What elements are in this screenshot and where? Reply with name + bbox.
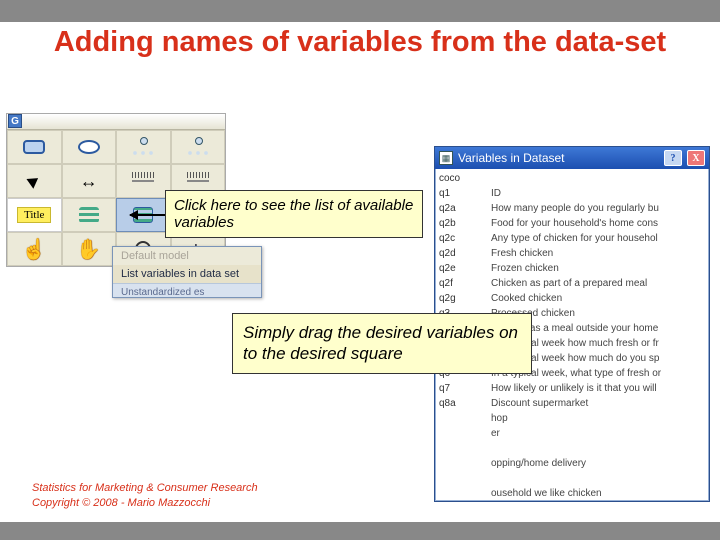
dialog-app-icon: ▦ bbox=[439, 151, 453, 165]
variable-description: How likely or unlikely is it that you wi… bbox=[491, 381, 657, 396]
variable-description: hop bbox=[491, 411, 508, 426]
sliders-icon bbox=[132, 172, 154, 190]
variable-description: Discount supermarket bbox=[491, 396, 588, 411]
variable-row[interactable] bbox=[439, 471, 709, 486]
tool-sliders[interactable] bbox=[116, 164, 171, 198]
variable-row[interactable] bbox=[439, 441, 709, 456]
cursor-icon bbox=[27, 173, 42, 189]
tool-tree2[interactable] bbox=[171, 130, 226, 164]
variable-row[interactable]: q2c Any type of chicken for your househol bbox=[439, 231, 709, 246]
variable-description: opping/home delivery bbox=[491, 456, 586, 471]
tool-latent[interactable] bbox=[116, 130, 171, 164]
double-arrow-icon: ↔ bbox=[80, 172, 98, 190]
variable-row[interactable]: q8a Discount supermarket bbox=[439, 396, 709, 411]
variable-description: er bbox=[491, 426, 500, 441]
dialog-title-text: Variables in Dataset bbox=[458, 151, 565, 165]
variable-row[interactable]: q2g Cooked chicken bbox=[439, 291, 709, 306]
tool-pointer[interactable] bbox=[7, 164, 62, 198]
variable-code bbox=[439, 441, 483, 456]
callout-list-variables: Click here to see the list of available … bbox=[165, 190, 423, 238]
variable-row[interactable]: er bbox=[439, 426, 709, 441]
sliders-icon bbox=[187, 172, 209, 190]
slide-top-bar bbox=[0, 0, 720, 22]
tool-hand-1[interactable]: ☝ bbox=[7, 232, 62, 266]
variable-row[interactable]: ousehold we like chicken bbox=[439, 486, 709, 501]
variable-row[interactable]: opping/home delivery bbox=[439, 456, 709, 471]
hand-icon: ☝ bbox=[22, 237, 47, 262]
variable-row[interactable]: q2a How many people do you regularly bu bbox=[439, 201, 709, 216]
oval-icon bbox=[78, 140, 100, 154]
slide-footer: Statistics for Marketing & Consumer Rese… bbox=[32, 481, 258, 510]
variable-row[interactable]: q1 ID bbox=[439, 186, 709, 201]
variable-code: q2b bbox=[439, 216, 483, 231]
tool-rectangle[interactable] bbox=[7, 130, 62, 164]
variable-row[interactable]: q7 How likely or unlikely is it that you … bbox=[439, 381, 709, 396]
variable-code: q2c bbox=[439, 231, 483, 246]
tool-hand-2[interactable]: ✋ bbox=[62, 232, 117, 266]
variable-code bbox=[439, 456, 483, 471]
menu-item-unstandardized[interactable]: Unstandardized es bbox=[113, 283, 261, 297]
variable-code: q2d bbox=[439, 246, 483, 261]
toolbox-tab[interactable]: G bbox=[8, 114, 22, 128]
slide-title: Adding names of variables from the data-… bbox=[0, 22, 720, 65]
rectangle-icon bbox=[23, 140, 45, 154]
variable-description: Food for your household's home cons bbox=[491, 216, 658, 231]
variable-description: ID bbox=[491, 186, 501, 201]
hand-icon: ✋ bbox=[76, 237, 101, 262]
variable-code: q2e bbox=[439, 261, 483, 276]
toolbox-context-menu: Default model List variables in data set… bbox=[112, 246, 262, 298]
menu-item-list-variables[interactable]: List variables in data set bbox=[113, 265, 261, 283]
tool-data-1[interactable] bbox=[62, 198, 117, 232]
footer-line-1: Statistics for Marketing & Consumer Rese… bbox=[32, 481, 258, 495]
variable-description: Fresh chicken bbox=[491, 246, 553, 261]
variable-code: q2a bbox=[439, 201, 483, 216]
tree-icon bbox=[130, 137, 156, 157]
variable-description: Chicken as part of a prepared meal bbox=[491, 276, 647, 291]
database-icon bbox=[79, 207, 99, 223]
dialog-titlebar[interactable]: ▦ Variables in Dataset ? X bbox=[435, 147, 709, 169]
footer-line-2: Copyright © 2008 - Mario Mazzocchi bbox=[32, 496, 258, 510]
variable-code bbox=[439, 471, 483, 486]
variable-row[interactable]: q2b Food for your household's home cons bbox=[439, 216, 709, 231]
menu-item-default[interactable]: Default model bbox=[113, 247, 261, 265]
variable-code bbox=[439, 411, 483, 426]
tree-icon bbox=[185, 137, 211, 157]
dialog-help-button[interactable]: ? bbox=[664, 150, 682, 166]
variable-code: q2f bbox=[439, 276, 483, 291]
callout-drag-variables: Simply drag the desired variables on to … bbox=[232, 313, 532, 374]
variable-description: How many people do you regularly bu bbox=[491, 201, 659, 216]
variable-row[interactable]: q2e Frozen chicken bbox=[439, 261, 709, 276]
variable-row[interactable]: hop bbox=[439, 411, 709, 426]
slide-bottom-bar bbox=[0, 522, 720, 540]
variable-description: ousehold we like chicken bbox=[491, 486, 602, 501]
variable-code: q2g bbox=[439, 291, 483, 306]
variable-code bbox=[439, 426, 483, 441]
title-button-label: Title bbox=[17, 207, 51, 223]
variable-code bbox=[439, 486, 483, 501]
variable-description: Any type of chicken for your househol bbox=[491, 231, 658, 246]
variable-description: Cooked chicken bbox=[491, 291, 562, 306]
dialog-close-button[interactable]: X bbox=[687, 150, 705, 166]
tool-title[interactable]: Title bbox=[7, 198, 62, 232]
callout-arrow bbox=[130, 214, 168, 216]
tool-double-arrow[interactable]: ↔ bbox=[62, 164, 117, 198]
variable-code: q1 bbox=[439, 186, 483, 201]
variable-code: coco bbox=[439, 171, 483, 186]
tool-oval[interactable] bbox=[62, 130, 117, 164]
variable-row[interactable]: coco bbox=[439, 171, 709, 186]
variable-row[interactable]: q2f Chicken as part of a prepared meal bbox=[439, 276, 709, 291]
variable-code: q8a bbox=[439, 396, 483, 411]
toolbox-tabbar: G bbox=[7, 114, 225, 130]
variable-description: Frozen chicken bbox=[491, 261, 559, 276]
variable-code: q7 bbox=[439, 381, 483, 396]
variable-row[interactable]: q2d Fresh chicken bbox=[439, 246, 709, 261]
